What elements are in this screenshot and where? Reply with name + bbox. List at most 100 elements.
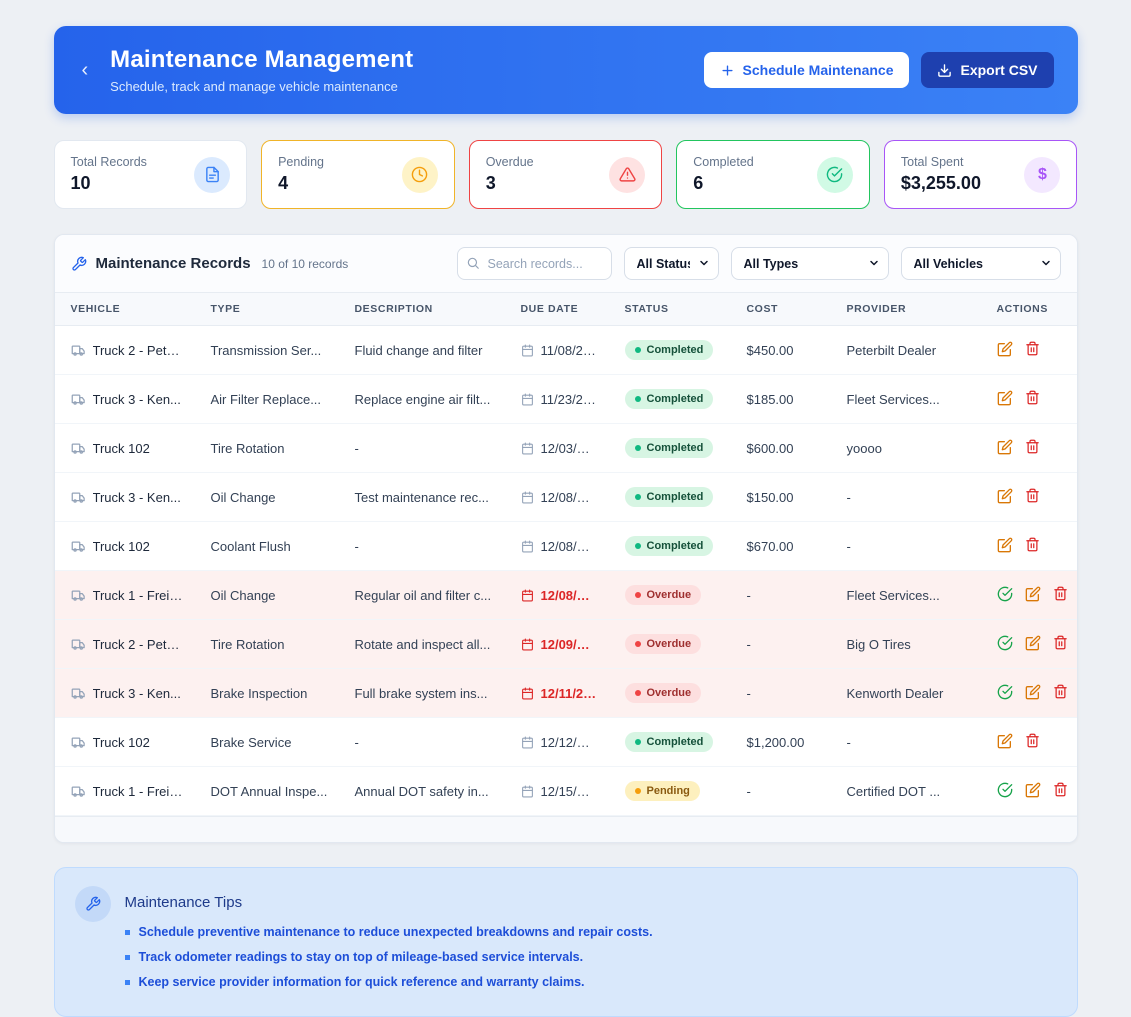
edit-button[interactable] xyxy=(1025,635,1041,654)
edit-button[interactable] xyxy=(997,488,1013,507)
back-button[interactable]: ‹ xyxy=(78,56,93,84)
delete-button[interactable] xyxy=(1053,635,1068,653)
provider: Certified DOT ... xyxy=(847,784,941,799)
provider: Fleet Services... xyxy=(847,588,940,603)
provider: - xyxy=(847,539,851,554)
status-badge: Completed xyxy=(625,389,714,409)
edit-icon xyxy=(1025,586,1041,605)
status-filter-select[interactable]: All Statuses xyxy=(624,247,719,280)
edit-icon xyxy=(1025,782,1041,801)
edit-button[interactable] xyxy=(1025,782,1041,801)
edit-button[interactable] xyxy=(1025,586,1041,605)
cost: $600.00 xyxy=(747,441,794,456)
edit-button[interactable] xyxy=(997,733,1013,752)
status-label: Overdue xyxy=(647,687,692,699)
maintenance-type: Oil Change xyxy=(211,588,276,603)
tip-item: Schedule preventive maintenance to reduc… xyxy=(125,925,653,939)
table-row: Truck 2 - Peter...Transmission Ser...Flu… xyxy=(55,326,1078,375)
table-row: Truck 102Brake Service-12/12/2025Complet… xyxy=(55,718,1078,767)
export-csv-button[interactable]: Export CSV xyxy=(921,52,1053,88)
edit-button[interactable] xyxy=(997,341,1013,360)
maintenance-type: Transmission Ser... xyxy=(211,343,322,358)
edit-button[interactable] xyxy=(997,439,1013,458)
status-badge: Completed xyxy=(625,340,714,360)
trash-icon xyxy=(1053,782,1068,800)
calendar-icon xyxy=(521,785,534,798)
table-footer xyxy=(55,816,1077,842)
due-date: 12/11/2025 xyxy=(541,686,597,701)
status-badge: Completed xyxy=(625,536,714,556)
status-label: Completed xyxy=(647,540,704,552)
mark-complete-button[interactable] xyxy=(997,635,1013,654)
vehicle-name: Truck 102 xyxy=(93,735,150,750)
delete-button[interactable] xyxy=(1053,684,1068,702)
calendar-icon xyxy=(521,442,534,455)
maintenance-type: DOT Annual Inspe... xyxy=(211,784,328,799)
table-row: Truck 102Coolant Flush-12/08/2025Complet… xyxy=(55,522,1078,571)
cost: $150.00 xyxy=(747,490,794,505)
delete-button[interactable] xyxy=(1025,733,1040,751)
status-badge: Overdue xyxy=(625,634,702,654)
stat-label: Completed xyxy=(693,155,753,169)
maintenance-type: Oil Change xyxy=(211,490,276,505)
check-circle-icon xyxy=(817,157,853,193)
status-label: Completed xyxy=(647,344,704,356)
table-row: Truck 3 - Ken...Air Filter Replace...Rep… xyxy=(55,375,1078,424)
trash-icon xyxy=(1025,537,1040,555)
vehicle-name: Truck 102 xyxy=(93,539,150,554)
check-circle-icon xyxy=(997,782,1013,801)
table-row: Truck 102Tire Rotation-12/03/2025Complet… xyxy=(55,424,1078,473)
provider: Kenworth Dealer xyxy=(847,686,944,701)
delete-button[interactable] xyxy=(1053,782,1068,800)
delete-button[interactable] xyxy=(1025,341,1040,359)
wrench-icon xyxy=(75,886,111,922)
mark-complete-button[interactable] xyxy=(997,782,1013,801)
alert-triangle-icon xyxy=(609,157,645,193)
stat-label: Total Spent xyxy=(901,155,981,169)
mark-complete-button[interactable] xyxy=(997,684,1013,703)
status-label: Overdue xyxy=(647,638,692,650)
delete-button[interactable] xyxy=(1025,488,1040,506)
calendar-icon xyxy=(521,540,534,553)
table-row: Truck 1 - Freig...DOT Annual Inspe...Ann… xyxy=(55,767,1078,816)
records-table: Vehicle Type Description Due Date Status… xyxy=(55,292,1078,816)
col-type: Type xyxy=(197,293,341,326)
page: ‹ Maintenance Management Schedule, track… xyxy=(54,0,1078,1017)
stat-value: 4 xyxy=(278,173,324,194)
description: - xyxy=(355,441,359,456)
table-row: Truck 2 - Peter...Tire RotationRotate an… xyxy=(55,620,1078,669)
search-input[interactable] xyxy=(457,247,612,280)
type-filter-select[interactable]: All Types xyxy=(731,247,889,280)
calendar-icon xyxy=(521,491,534,504)
vehicle-name: Truck 3 - Ken... xyxy=(93,686,181,701)
vehicle-filter-select[interactable]: All Vehicles xyxy=(901,247,1061,280)
stat-card-total-records: Total Records 10 xyxy=(54,140,248,209)
due-date: 12/08/2025 xyxy=(541,588,597,603)
delete-button[interactable] xyxy=(1025,439,1040,457)
mark-complete-button[interactable] xyxy=(997,586,1013,605)
due-date: 12/12/2025 xyxy=(541,735,597,750)
delete-button[interactable] xyxy=(1053,586,1068,604)
cost: - xyxy=(747,637,751,652)
col-actions: Actions xyxy=(983,293,1078,326)
tips-list: Schedule preventive maintenance to reduc… xyxy=(125,925,653,989)
provider: Peterbilt Dealer xyxy=(847,343,937,358)
due-date: 12/03/2025 xyxy=(541,441,597,456)
schedule-maintenance-button[interactable]: Schedule Maintenance xyxy=(704,52,910,88)
status-label: Completed xyxy=(647,393,704,405)
stat-label: Overdue xyxy=(486,155,534,169)
status-dot-icon xyxy=(635,739,641,745)
edit-icon xyxy=(997,733,1013,752)
check-circle-icon xyxy=(997,635,1013,654)
maintenance-records-card: Maintenance Records 10 of 10 records All… xyxy=(54,234,1078,843)
cost: - xyxy=(747,588,751,603)
header-banner: ‹ Maintenance Management Schedule, track… xyxy=(54,26,1078,114)
delete-button[interactable] xyxy=(1025,390,1040,408)
edit-button[interactable] xyxy=(997,390,1013,409)
edit-button[interactable] xyxy=(997,537,1013,556)
delete-button[interactable] xyxy=(1025,537,1040,555)
due-date: 11/08/2025 xyxy=(541,343,597,358)
edit-icon xyxy=(997,341,1013,360)
stat-label: Pending xyxy=(278,155,324,169)
edit-button[interactable] xyxy=(1025,684,1041,703)
